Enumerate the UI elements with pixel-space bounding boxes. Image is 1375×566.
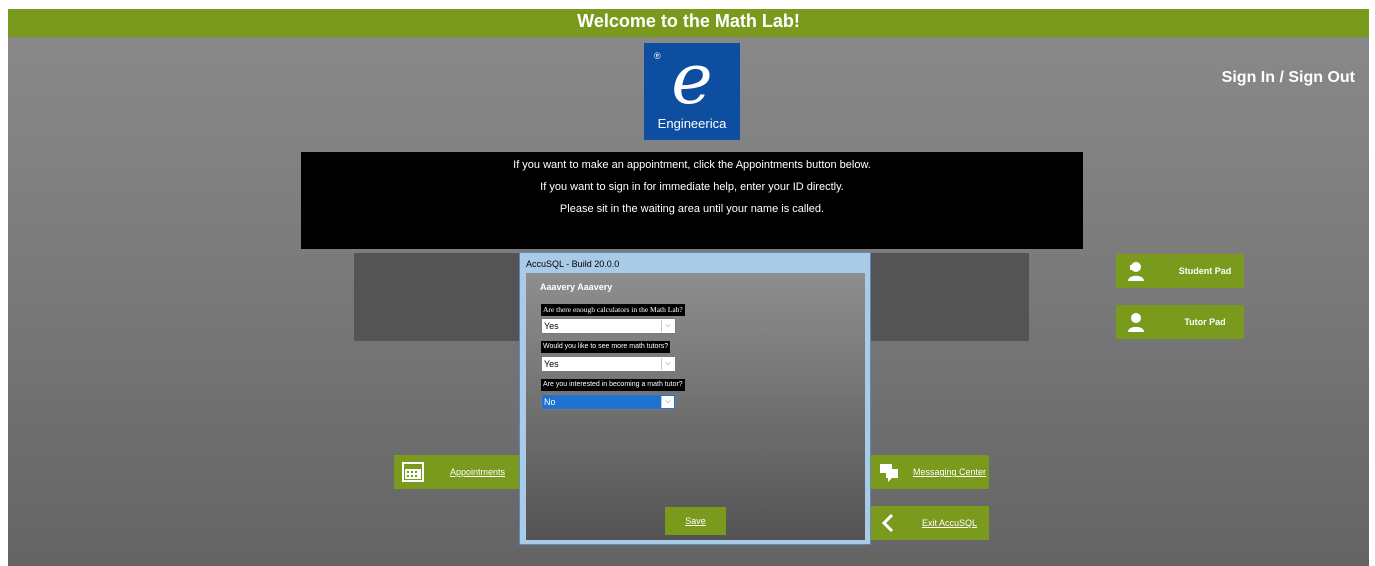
- student-pad-label: Student Pad: [1178, 266, 1232, 276]
- dialog-title: AccuSQL - Build 20.0.0: [526, 259, 620, 269]
- chevron-down-icon[interactable]: ⌵: [661, 358, 674, 370]
- messaging-center-button[interactable]: Messaging Center: [870, 455, 989, 489]
- dialog-user-name: Aaavery Aaavery: [540, 282, 613, 292]
- engineerica-logo: ® e Engineerica: [644, 39, 740, 140]
- page-title: Welcome to the Math Lab!: [8, 9, 1369, 37]
- student-icon: [1128, 262, 1144, 281]
- calculators-select[interactable]: Yes ⌵: [541, 318, 676, 334]
- logo-e-mark: e: [671, 38, 713, 120]
- become-tutor-select[interactable]: No ⌵: [541, 394, 676, 410]
- more-tutors-select-value: Yes: [544, 359, 559, 369]
- appointments-label: Appointments: [449, 467, 506, 477]
- instructions-box: If you want to make an appointment, clic…: [301, 152, 1083, 249]
- tutor-icon: [1128, 313, 1144, 332]
- chevron-down-icon[interactable]: ⌵: [661, 320, 674, 332]
- become-tutor-select-value: No: [544, 397, 556, 407]
- calendar-icon: [402, 462, 424, 482]
- save-button[interactable]: Save: [665, 507, 726, 535]
- tutor-pad-button[interactable]: Tutor Pad: [1116, 305, 1244, 339]
- instruction-line: If you want to sign in for immediate hel…: [540, 181, 844, 193]
- survey-dialog: AccuSQL - Build 20.0.0 Aaavery Aaavery A…: [519, 252, 871, 545]
- messaging-icon: [880, 464, 898, 482]
- exit-button[interactable]: Exit AccuSQL: [870, 506, 989, 540]
- tutor-pad-label: Tutor Pad: [1184, 317, 1226, 327]
- appointments-button[interactable]: Appointments: [394, 455, 521, 489]
- messaging-center-label: Messaging Center: [912, 467, 987, 477]
- chevron-down-icon[interactable]: ⌵: [661, 396, 674, 408]
- instruction-line: Please sit in the waiting area until you…: [559, 203, 825, 215]
- question-calculators-label: Are there enough calculators in the Math…: [541, 304, 685, 316]
- instruction-line: If you want to make an appointment, clic…: [513, 159, 871, 171]
- logo-wordmark: Engineerica: [657, 116, 727, 131]
- more-tutors-select[interactable]: Yes ⌵: [541, 356, 676, 372]
- chevron-left-icon: [881, 513, 894, 533]
- exit-label: Exit AccuSQL: [921, 518, 978, 528]
- calculators-select-value: Yes: [544, 321, 559, 331]
- question-become-tutor-label: Are you interested in becoming a math tu…: [541, 379, 685, 391]
- student-pad-button[interactable]: Student Pad: [1116, 254, 1244, 288]
- sign-in-out-heading: Sign In / Sign Out: [1221, 69, 1355, 86]
- question-more-tutors-label: Would you like to see more math tutors?: [541, 341, 671, 353]
- dialog-body: Aaavery Aaavery Are there enough calcula…: [526, 273, 865, 540]
